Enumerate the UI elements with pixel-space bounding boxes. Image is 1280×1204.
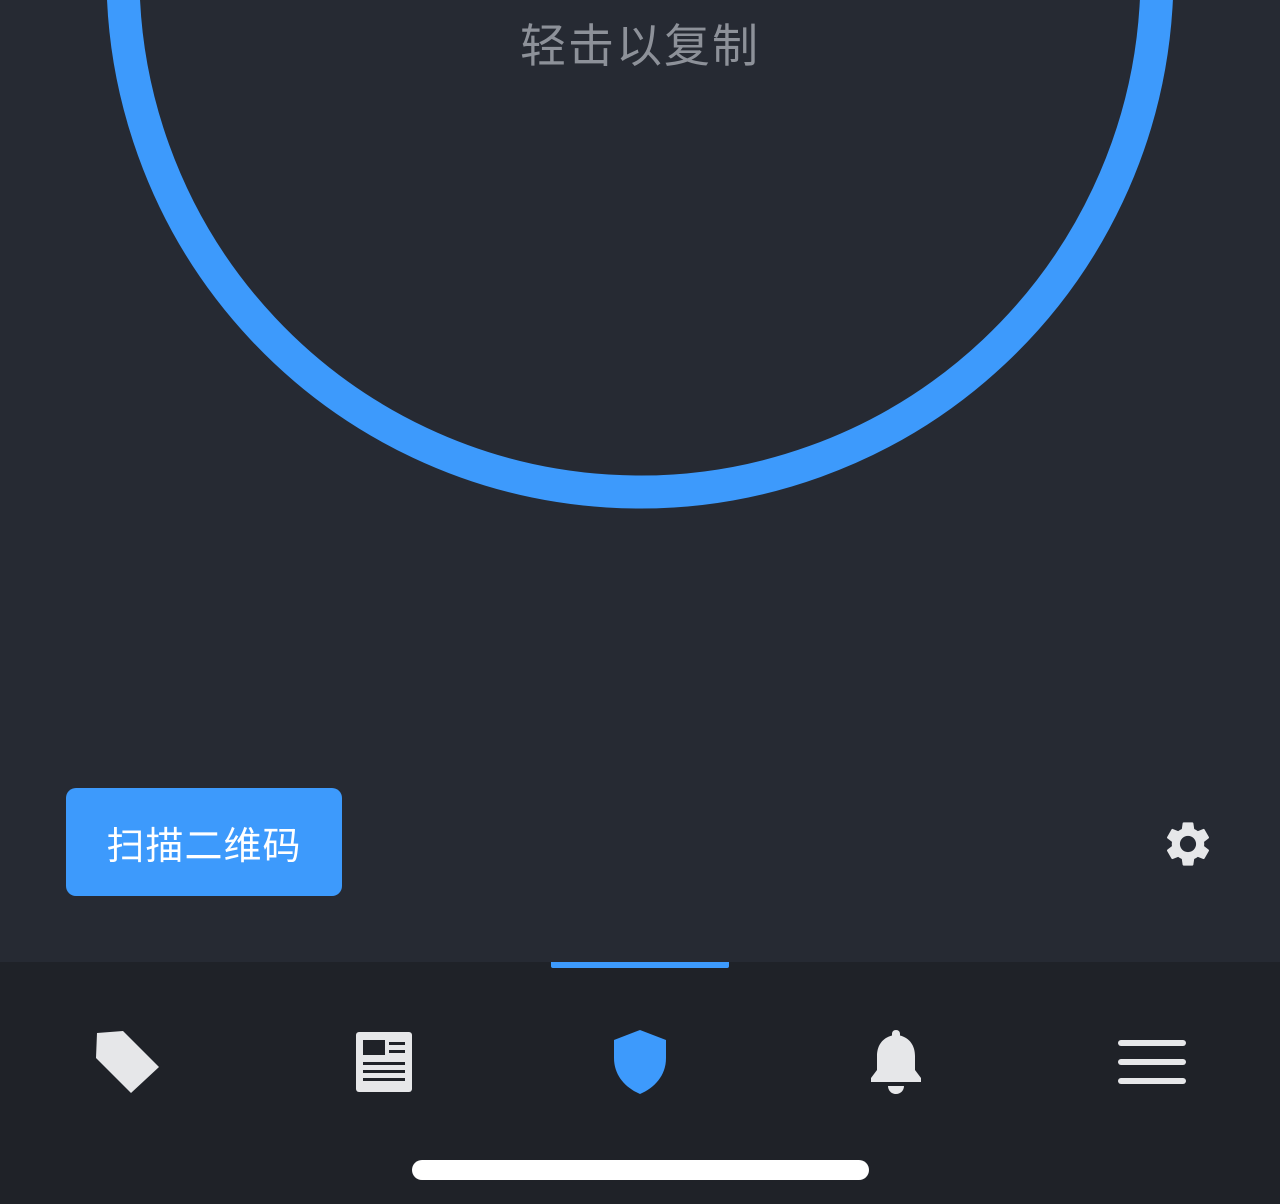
tab-shield[interactable] — [580, 1014, 700, 1110]
bell-icon — [871, 1030, 921, 1094]
tab-notifications[interactable] — [836, 1014, 956, 1110]
shield-icon — [614, 1030, 666, 1094]
settings-button[interactable] — [1156, 812, 1220, 876]
tab-tags[interactable] — [68, 1014, 188, 1110]
tab-menu[interactable] — [1092, 1014, 1212, 1110]
active-tab-indicator — [551, 962, 729, 968]
tap-to-copy-hint[interactable]: 轻击以复制 — [0, 10, 1280, 76]
newspaper-icon — [356, 1032, 412, 1092]
gear-icon — [1166, 822, 1210, 866]
tag-icon — [96, 1031, 159, 1093]
tab-news[interactable] — [324, 1014, 444, 1110]
hamburger-menu-icon — [1118, 1040, 1186, 1084]
scan-qr-code-button[interactable]: 扫描二维码 — [66, 788, 342, 896]
countdown-ring-progress — [106, 0, 1174, 509]
home-indicator — [412, 1160, 869, 1180]
authenticator-screen: 轻击以复制 扫描二维码 — [0, 0, 1280, 962]
